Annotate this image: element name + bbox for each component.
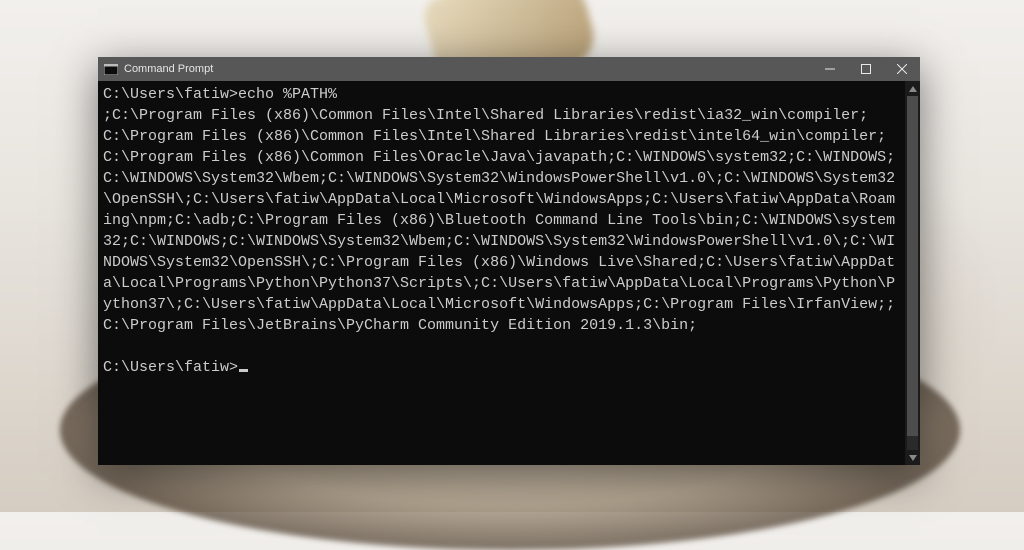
terminal-output[interactable]: C:\Users\fatiw>echo %PATH% ;C:\Program F… bbox=[98, 81, 905, 465]
minimize-icon bbox=[825, 64, 835, 74]
maximize-icon bbox=[861, 64, 871, 74]
window-controls bbox=[812, 57, 920, 81]
prompt-line-2: C:\Users\fatiw> bbox=[103, 359, 238, 376]
prompt-line-1: C:\Users\fatiw> bbox=[103, 86, 238, 103]
vertical-scrollbar[interactable] bbox=[905, 81, 920, 465]
chevron-up-icon bbox=[909, 86, 917, 92]
scroll-down-button[interactable] bbox=[905, 450, 920, 465]
client-area: C:\Users\fatiw>echo %PATH% ;C:\Program F… bbox=[98, 81, 920, 465]
window-title: Command Prompt bbox=[124, 63, 213, 75]
scrollbar-thumb[interactable] bbox=[907, 96, 918, 436]
app-icon bbox=[102, 62, 120, 76]
scroll-up-button[interactable] bbox=[905, 81, 920, 96]
chevron-down-icon bbox=[909, 455, 917, 461]
path-output: ;C:\Program Files (x86)\Common Files\Int… bbox=[103, 107, 895, 334]
close-button[interactable] bbox=[884, 57, 920, 81]
titlebar[interactable]: Command Prompt bbox=[98, 57, 920, 81]
command-text: echo %PATH% bbox=[238, 86, 337, 103]
maximize-button[interactable] bbox=[848, 57, 884, 81]
cursor bbox=[239, 369, 248, 372]
minimize-button[interactable] bbox=[812, 57, 848, 81]
close-icon bbox=[897, 64, 907, 74]
command-prompt-window: Command Prompt C:\Users\fatiw>echo %PATH… bbox=[98, 57, 920, 465]
